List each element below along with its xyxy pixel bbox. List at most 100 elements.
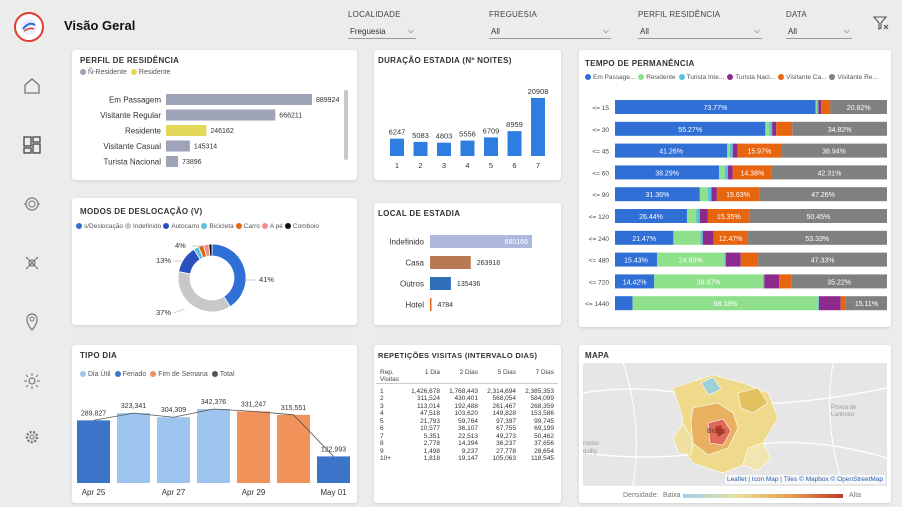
clear-filter-icon[interactable] [872, 14, 890, 32]
bar-segment[interactable] [727, 165, 733, 180]
bar-segment[interactable] [699, 187, 708, 202]
bar[interactable] [117, 413, 150, 483]
bar[interactable] [157, 417, 190, 483]
bar-segment[interactable] [818, 296, 841, 311]
bar[interactable] [166, 156, 179, 167]
bar[interactable] [166, 140, 190, 152]
satellite-icon[interactable] [21, 252, 43, 274]
bar-segment[interactable] [772, 121, 777, 136]
gear-icon[interactable] [21, 426, 43, 448]
filter-select[interactable]: All ⌵ [786, 24, 852, 39]
legend-item[interactable]: Em Passage... [585, 74, 635, 81]
bar-segment[interactable] [779, 274, 792, 289]
money-icon[interactable] [21, 193, 43, 215]
bar[interactable] [507, 131, 522, 156]
bar[interactable] [166, 109, 276, 121]
bar[interactable] [484, 137, 498, 156]
donut-slice[interactable] [211, 243, 247, 308]
column-header[interactable]: Rep. Visitas [376, 369, 406, 384]
filter-select[interactable]: All ⌵ [489, 24, 611, 39]
legend-item[interactable]: Total [211, 371, 235, 378]
map-attribution[interactable]: Leaflet | Icon Map | Tiles © Mapbox © Op… [724, 475, 885, 484]
map-choropleth[interactable] [583, 363, 887, 486]
bar-segment[interactable] [765, 121, 770, 136]
bar-segment[interactable] [724, 252, 726, 267]
bar-segment[interactable] [818, 296, 819, 311]
column-header[interactable]: 7 Dias [520, 369, 558, 384]
legend-item[interactable]: Bicicleta [201, 223, 234, 230]
legend-item[interactable]: Turista Naci... [727, 74, 775, 81]
legend-item[interactable]: Turista Inte... [678, 74, 724, 81]
bar-segment[interactable] [673, 230, 701, 245]
filter-localidade[interactable]: LOCALIDADE Freguesia ⌵ [348, 10, 416, 39]
legend-item[interactable]: Visitante Ca... [778, 74, 826, 81]
bar[interactable] [166, 125, 207, 136]
filter-select[interactable]: Freguesia ⌵ [348, 24, 416, 39]
bar[interactable] [430, 277, 451, 290]
legend-item[interactable]: Fim de Semana [150, 371, 208, 378]
legend-item[interactable]: Indefinido [125, 223, 161, 230]
bar-segment[interactable] [700, 230, 703, 245]
legend-item[interactable]: Visitante Re... [829, 74, 878, 81]
bar-segment[interactable] [821, 100, 831, 114]
bar[interactable] [430, 298, 432, 311]
bar-segment[interactable] [719, 165, 725, 180]
legend-item[interactable]: Carro [235, 223, 260, 230]
column-header[interactable]: 1 Dia [406, 369, 444, 384]
bar-segment[interactable] [815, 100, 818, 114]
bar-segment[interactable] [840, 296, 846, 311]
bar-segment[interactable] [699, 209, 708, 223]
bar-segment[interactable] [615, 296, 633, 311]
legend-item[interactable]: s/Deslocação [76, 223, 123, 230]
bar-segment[interactable] [732, 143, 738, 158]
column-header[interactable]: 5 Dias [482, 369, 520, 384]
bar-segment[interactable] [776, 121, 793, 136]
sun-icon[interactable] [21, 370, 43, 392]
legend-item[interactable]: Autocarro [163, 223, 199, 230]
bar-segment[interactable] [727, 143, 730, 158]
bar-segment[interactable] [686, 209, 697, 223]
bar-segment[interactable] [696, 209, 700, 223]
home-icon[interactable] [21, 75, 43, 97]
bar-segment[interactable] [817, 100, 819, 114]
bar[interactable] [277, 414, 310, 483]
filter-perfil[interactable]: PERFIL RESIDÊNCIA All ⌵ [638, 10, 762, 39]
legend-item[interactable]: Comboio [284, 223, 319, 230]
bar[interactable] [77, 420, 110, 483]
bar[interactable] [197, 409, 230, 483]
bar-segment[interactable] [702, 230, 714, 245]
bar[interactable] [166, 94, 312, 105]
bar-segment[interactable] [729, 143, 733, 158]
filter-data[interactable]: DATA All ⌵ [786, 10, 852, 39]
donut-slice[interactable] [177, 271, 231, 313]
legend-item[interactable]: Residente [638, 74, 676, 81]
bar-segment[interactable] [707, 187, 712, 202]
bar-segment[interactable] [725, 252, 741, 267]
bar-segment[interactable] [769, 121, 773, 136]
bar[interactable] [413, 141, 428, 156]
bar[interactable] [237, 411, 270, 483]
bar[interactable] [430, 256, 471, 269]
legend-item[interactable]: A pé [261, 223, 283, 230]
bar-segment[interactable] [724, 165, 728, 180]
bar-segment[interactable] [818, 100, 822, 114]
legend-item[interactable]: Dia Útil [80, 371, 111, 378]
bar[interactable] [317, 456, 350, 483]
column-header[interactable]: 2 Dias [444, 369, 482, 384]
dashboard-icon[interactable] [21, 134, 43, 156]
bar-segment[interactable] [764, 274, 780, 289]
bar-segment[interactable] [711, 187, 717, 202]
bar[interactable] [390, 138, 404, 156]
legend-item[interactable]: Feriado [114, 371, 146, 378]
legend-item[interactable]: Residente [130, 69, 170, 76]
app-logo[interactable] [14, 12, 44, 42]
bar[interactable] [437, 142, 451, 156]
map-view[interactable]: Braga Póvoa de Lanhoso rcelos quilty Lea… [583, 363, 887, 486]
filter-freguesia[interactable]: FREGUESIA All ⌵ [489, 10, 611, 39]
bar-segment[interactable] [762, 274, 765, 289]
filter-select[interactable]: All ⌵ [638, 24, 762, 39]
bar[interactable] [460, 140, 475, 156]
bar[interactable] [531, 98, 545, 156]
bar-segment[interactable] [740, 252, 759, 267]
legend-item[interactable]: Ñ-Residente [80, 69, 127, 76]
